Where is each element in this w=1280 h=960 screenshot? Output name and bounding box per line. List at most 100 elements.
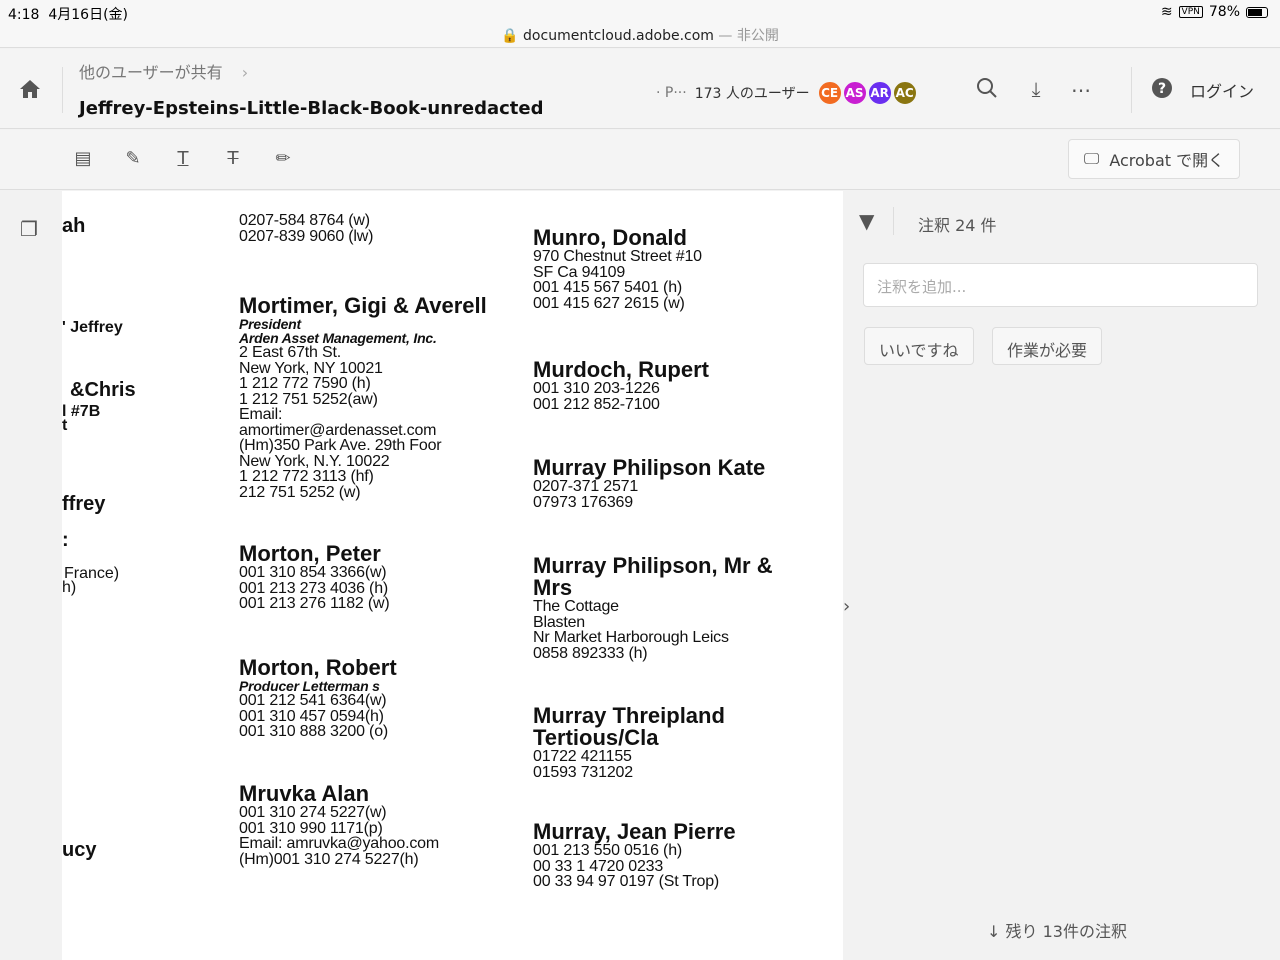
contact-line: 07973 176369	[533, 493, 633, 511]
contact-line: 001 212 541 6364(w)	[239, 692, 387, 709]
battery-level: 78%	[1208, 4, 1240, 20]
remaining-comments-link[interactable]: ↓ 残り 13件の注釈	[987, 918, 1127, 942]
contact-name: Murray Philipson, Mr & Mrs	[533, 553, 773, 600]
lock-icon: 🔒	[501, 28, 519, 44]
contact-line: New York, N.Y. 10022	[239, 452, 390, 470]
user-avatar[interactable]: CE	[816, 80, 843, 106]
contact-line: 001 415 627 2615 (w)	[533, 294, 685, 312]
breadcrumb[interactable]: 他のユーザーが共有 ›	[79, 59, 248, 83]
contact-line: 970 Chestnut Street #10	[533, 248, 702, 265]
contact-line: Nr Market Harborough Leics	[533, 629, 729, 646]
contact-line: New York, NY 10021	[239, 359, 383, 377]
app-header: 他のユーザーが共有 › Jeffrey-Epsteins-Little-Blac…	[0, 49, 1280, 129]
contact-entry: Murray Threipland Tertious/Cla 01722 4211…	[533, 705, 803, 780]
contact-entry: Mortimer, Gigi & Averell President Arden A…	[239, 295, 487, 500]
contact-entry: Mruvka Alan 001 310 274 5227(w) 001 310 99…	[239, 783, 439, 867]
contact-line: The Cottage	[533, 598, 619, 615]
strikethrough-icon[interactable]: T	[221, 148, 245, 172]
text-fragment: l #7B	[62, 403, 101, 420]
contact-entry: Murray Philipson, Mr & Mrs The Cottage Bla…	[533, 555, 803, 661]
contact-name: Murray Philipson Kate	[533, 455, 766, 480]
user-avatar[interactable]: AC	[891, 80, 918, 106]
filter-icon[interactable]: ▼	[859, 209, 874, 233]
contact-name: Mruvka Alan	[239, 781, 370, 806]
contact-line: 001 212 852-7100	[533, 395, 660, 413]
help-icon[interactable]: ?	[1150, 77, 1174, 101]
contact-entry: Murdoch, Rupert 001 310 203-1226 001 212 8…	[533, 359, 803, 412]
contact-line: 001 310 274 5227(w)	[239, 804, 387, 821]
contact-line: 01722 421155	[533, 748, 632, 765]
comments-panel: › ▼ 注釈 24 件 注釈を追加... いいですね 作業が必要 ↓ 残り 13…	[843, 191, 1280, 960]
contact-line: 0207-584 8764 (w)	[239, 212, 370, 229]
contact-line: SF Ca 94109	[533, 263, 626, 281]
contact-line: Email: amruvka@yahoo.com	[239, 835, 439, 852]
wifi-icon: ≋	[1160, 4, 1173, 20]
svg-text:?: ?	[1158, 81, 1166, 97]
user-avatar[interactable]: AR	[866, 80, 893, 106]
user-avatar[interactable]: AS	[841, 80, 868, 106]
add-comment-input[interactable]: 注釈を追加...	[863, 263, 1258, 307]
contact-line: 0207-371 2571	[533, 478, 639, 495]
draw-icon[interactable]: ✏	[271, 148, 295, 172]
text-underline-icon[interactable]: T	[171, 148, 195, 172]
contact-title: Producer Letterman s	[239, 678, 380, 694]
more-icon[interactable]: …	[1069, 73, 1093, 97]
chevron-right-icon: ›	[241, 63, 249, 82]
contact-name: Mortimer, Gigi & Averell	[239, 293, 487, 318]
contact-line: 001 310 888 3200 (o)	[239, 723, 389, 740]
contact-name: Murray, Jean Pierre	[533, 819, 736, 844]
contact-name: Morton, Robert	[239, 655, 397, 680]
contact-line: 001 213 550 0516 (h)	[533, 842, 683, 859]
text-fragment: ' Jeffrey	[62, 319, 123, 336]
contact-line: 212 751 5252 (w)	[239, 483, 361, 501]
contact-entry: 0207-584 8764 (w) 0207-839 9060 (lw)	[239, 213, 373, 244]
contact-line: 001 310 203-1226	[533, 380, 660, 397]
contact-entry: Morton, Robert Producer Letterman s 001 21…	[239, 657, 397, 740]
contact-title: President	[239, 316, 301, 332]
contact-name: Murray Threipland Tertious/Cla	[533, 703, 725, 750]
text-fragment: &Chris	[70, 379, 136, 401]
contact-line: 001 310 854 3366(w)	[239, 564, 387, 581]
text-fragment: :	[62, 529, 69, 551]
pages-icon[interactable]: ❐	[20, 217, 38, 241]
collapse-panel-icon[interactable]: ›	[843, 596, 850, 617]
like-chip[interactable]: いいですね	[864, 327, 974, 365]
contact-line: 1 212 772 7590 (h)	[239, 375, 371, 392]
contact-line: 0207-839 9060 (lw)	[239, 227, 374, 245]
contact-line: amortimer@ardenasset.com	[239, 421, 437, 439]
contact-line: (Hm)350 Park Ave. 29th Foor	[239, 437, 442, 454]
contact-line: 001 213 276 1182 (w)	[239, 595, 390, 612]
needs-work-chip[interactable]: 作業が必要	[992, 327, 1103, 365]
address-bar[interactable]: 🔒 documentcloud.adobe.com — 非公開	[0, 25, 1280, 45]
annotation-toolbar: ▤ ✎ T T ✏ 🖵 Acrobat で開く	[0, 130, 1280, 190]
contact-line: 1 212 772 3113 (hf)	[239, 468, 374, 485]
document-title: Jeffrey-Epsteins-Little-Black-Book-unred…	[79, 98, 544, 119]
text-fragment: ucy	[62, 839, 97, 861]
text-fragment: ffrey	[62, 493, 106, 515]
login-button[interactable]: ログイン	[1190, 78, 1254, 102]
search-icon[interactable]	[975, 77, 999, 101]
comment-count: 注釈 24 件	[918, 216, 997, 235]
document-page: ah ' Jeffrey &Chris l #7B t ffrey : Fran…	[62, 191, 843, 960]
contact-line: Blasten	[533, 613, 585, 631]
shared-users[interactable]: · P··· 173 人のユーザー CE AS AR AC	[656, 80, 918, 106]
arrow-down-icon: ↓	[987, 922, 1001, 941]
contact-name: Munro, Donald	[533, 225, 687, 250]
highlight-icon[interactable]: ✎	[121, 148, 145, 172]
contact-line: (Hm)001 310 274 5227(h)	[239, 850, 419, 868]
contact-entry: Murray, Jean Pierre 001 213 550 0516 (h) 0…	[533, 821, 803, 890]
vpn-badge: VPN	[1178, 6, 1203, 18]
contact-line: 00 33 94 97 0197 (St Trop)	[533, 873, 720, 890]
contact-line: 00 33 1 4720 0233	[533, 857, 664, 875]
contact-entry: Morton, Peter 001 310 854 3366(w) 001 213 …	[239, 543, 390, 612]
comment-icon[interactable]: ▤	[71, 148, 95, 172]
download-icon[interactable]: ⤓	[1024, 77, 1048, 101]
home-icon[interactable]	[18, 77, 42, 101]
contact-line: 001 310 990 1171(p)	[239, 819, 383, 837]
contact-line: 1 212 751 5252(aw)	[239, 390, 378, 408]
text-fragment: h)	[62, 579, 77, 596]
contact-line: 001 213 273 4036 (h)	[239, 579, 389, 597]
contact-name: Morton, Peter	[239, 541, 381, 566]
contact-line: 001 310 457 0594(h)	[239, 707, 384, 725]
open-in-acrobat-button[interactable]: 🖵 Acrobat で開く	[1068, 139, 1240, 179]
